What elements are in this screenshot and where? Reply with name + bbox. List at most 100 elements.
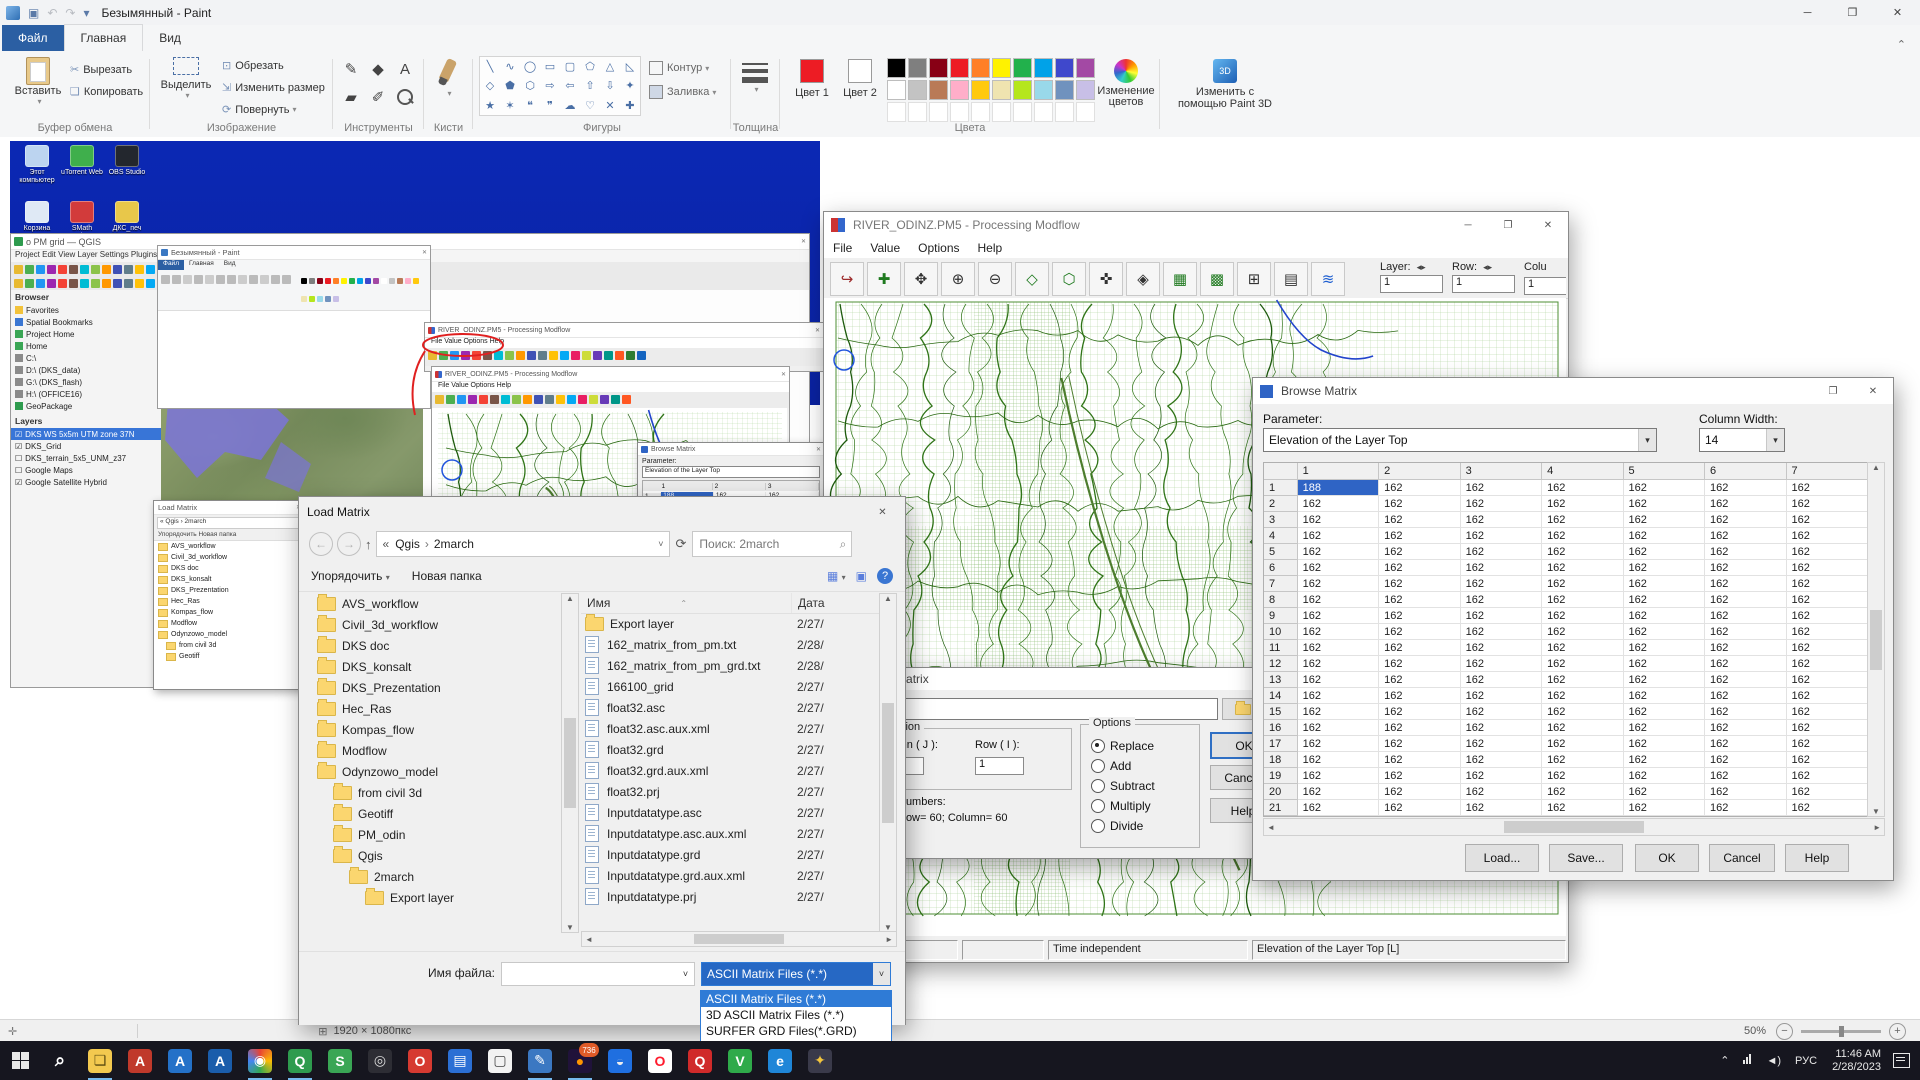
app-a-red[interactable]: A xyxy=(120,1041,160,1080)
matrix-cell[interactable]: 162 xyxy=(1624,768,1705,784)
matrix-cell[interactable]: 162 xyxy=(1542,656,1623,672)
shape-icon[interactable]: ⇧ xyxy=(585,79,594,92)
undo-icon[interactable]: ↶ xyxy=(47,6,57,20)
matrix-cell[interactable]: 162 xyxy=(1298,784,1379,800)
empty-color-slot[interactable] xyxy=(1076,102,1095,122)
polygon-icon[interactable]: ⬡ xyxy=(1052,262,1086,296)
matrix-cell[interactable]: 162 xyxy=(1787,528,1868,544)
file-list-item[interactable]: 162_matrix_from_pm.txt2/28/ xyxy=(581,634,879,655)
matrix-cell[interactable]: 162 xyxy=(1705,656,1786,672)
shape-icon[interactable]: ⬟ xyxy=(505,79,515,92)
matrix-column-header[interactable]: 2 xyxy=(1379,463,1460,480)
matrix-cell[interactable]: 162 xyxy=(1461,752,1542,768)
matrix-row-header[interactable]: 9 xyxy=(1264,608,1298,624)
search-box[interactable]: Поиск: 2march ⌕ xyxy=(692,531,852,557)
color-swatch[interactable] xyxy=(950,80,969,100)
matrix-cell[interactable]: 162 xyxy=(1379,704,1460,720)
text-tool[interactable]: A xyxy=(393,57,417,81)
shape-icon[interactable]: ∿ xyxy=(505,60,514,73)
crumb-2march[interactable]: 2march xyxy=(434,537,474,551)
matrix-cell[interactable]: 162 xyxy=(1461,688,1542,704)
shape-icon[interactable]: ✕ xyxy=(605,99,614,112)
matrix-cell[interactable]: 162 xyxy=(1298,496,1379,512)
matrix-cell[interactable]: 162 xyxy=(1624,736,1705,752)
matrix-row-header[interactable]: 7 xyxy=(1264,576,1298,592)
cut-button[interactable]: ✂Вырезать xyxy=(70,63,132,76)
file-list-item[interactable]: float32.prj2/27/ xyxy=(581,781,879,802)
save-icon[interactable]: ▣ xyxy=(28,6,39,20)
color-swatch[interactable] xyxy=(971,80,990,100)
matrix-cell[interactable]: 162 xyxy=(1787,768,1868,784)
matrix-cell[interactable]: 162 xyxy=(1705,512,1786,528)
radio-subtract[interactable]: Subtract xyxy=(1091,779,1155,793)
brushes-button[interactable]: ▾ xyxy=(430,59,466,98)
matrix-cell[interactable]: 162 xyxy=(1705,496,1786,512)
matrix-cell[interactable]: 162 xyxy=(1379,752,1460,768)
empty-color-slot[interactable] xyxy=(1034,102,1053,122)
shape-icon[interactable]: ✶ xyxy=(505,99,514,112)
matrix-row-header[interactable]: 3 xyxy=(1264,512,1298,528)
firefox[interactable]: ●736 xyxy=(560,1041,600,1080)
paint-maximize-button[interactable]: ❐ xyxy=(1830,0,1875,25)
tree-item[interactable]: DKS doc xyxy=(307,635,561,656)
matrix-cell[interactable]: 162 xyxy=(1542,720,1623,736)
matrix-cell[interactable]: 162 xyxy=(1379,736,1460,752)
tree-scrollbar[interactable]: ▲▼ xyxy=(561,593,579,933)
matrix-cell[interactable]: 162 xyxy=(1461,704,1542,720)
matrix-row-header[interactable]: 19 xyxy=(1264,768,1298,784)
matrix-cell[interactable]: 162 xyxy=(1705,800,1786,816)
column-header-date[interactable]: Дата xyxy=(792,593,879,613)
q-app[interactable]: Q xyxy=(680,1041,720,1080)
matrix-row-header[interactable]: 1 xyxy=(1264,480,1298,496)
matrix-cell[interactable]: 162 xyxy=(1624,688,1705,704)
matrix-row-header[interactable]: 18 xyxy=(1264,752,1298,768)
matrix-cell[interactable]: 162 xyxy=(1787,480,1868,496)
matrix-cell[interactable]: 162 xyxy=(1298,800,1379,816)
matrix-column-header[interactable]: 1 xyxy=(1298,463,1379,480)
tree-item[interactable]: Export layer xyxy=(307,887,561,908)
matrix-cell[interactable]: 162 xyxy=(1624,752,1705,768)
matrix-cell[interactable]: 162 xyxy=(1705,688,1786,704)
matrix-cell[interactable]: 162 xyxy=(1787,544,1868,560)
row-i-field[interactable]: 1 xyxy=(975,757,1024,775)
opera[interactable]: O xyxy=(400,1041,440,1080)
tree-item[interactable]: Modflow xyxy=(307,740,561,761)
shape-icon[interactable]: ▢ xyxy=(565,60,575,73)
matrix-cell[interactable]: 162 xyxy=(1298,544,1379,560)
color-swatch[interactable] xyxy=(1013,58,1032,78)
tree-item[interactable]: PM_odin xyxy=(307,824,561,845)
view-toggle-icon[interactable]: ▦ ▾ xyxy=(827,569,846,583)
radio-add[interactable]: Add xyxy=(1091,759,1131,773)
file-list-item[interactable]: 162_matrix_from_pm_grd.txt2/28/ xyxy=(581,655,879,676)
matrix-cell[interactable]: 162 xyxy=(1705,768,1786,784)
matrix-cell[interactable]: 162 xyxy=(1624,720,1705,736)
matrix-cell[interactable]: 162 xyxy=(1461,480,1542,496)
crop-button[interactable]: ⊡Обрезать xyxy=(222,59,284,72)
matrix-cell[interactable]: 162 xyxy=(1298,688,1379,704)
matrix-cell[interactable]: 162 xyxy=(1298,512,1379,528)
paint-app[interactable]: ✎ xyxy=(520,1041,560,1080)
shape-icon[interactable]: ✦ xyxy=(625,79,634,92)
color-swatch[interactable] xyxy=(971,58,990,78)
matrix-cell[interactable]: 162 xyxy=(1705,608,1786,624)
select-button[interactable]: Выделить ▾ xyxy=(158,57,214,100)
crosshair-icon[interactable]: ✜ xyxy=(1089,262,1123,296)
file-list-item[interactable]: 166100_grid2/27/ xyxy=(581,676,879,697)
matrix-column-header[interactable]: 7 xyxy=(1787,463,1868,480)
matrix-column-header[interactable]: 3 xyxy=(1461,463,1542,480)
fill-tool[interactable]: ◆ xyxy=(366,57,390,81)
matrix-row-header[interactable]: 20 xyxy=(1264,784,1298,800)
water-icon[interactable]: ≋ xyxy=(1311,262,1345,296)
shape-outline-button[interactable]: Контур ▾ xyxy=(649,61,709,75)
matrix-row-header[interactable]: 5 xyxy=(1264,544,1298,560)
shape-icon[interactable]: ★ xyxy=(485,99,495,112)
tree-item[interactable]: DKS_Prezentation xyxy=(307,677,561,698)
matrix-cell[interactable]: 162 xyxy=(1461,656,1542,672)
matrix-cell[interactable]: 162 xyxy=(1379,544,1460,560)
language-indicator[interactable]: РУС xyxy=(1795,1055,1817,1067)
matrix-file-field[interactable] xyxy=(868,698,1218,720)
color-swatch[interactable] xyxy=(1055,80,1074,100)
matrix-cell[interactable]: 162 xyxy=(1379,576,1460,592)
matrix-cell[interactable]: 162 xyxy=(1542,480,1623,496)
address-bar[interactable]: « Qgis › 2march ˅ xyxy=(376,531,670,557)
